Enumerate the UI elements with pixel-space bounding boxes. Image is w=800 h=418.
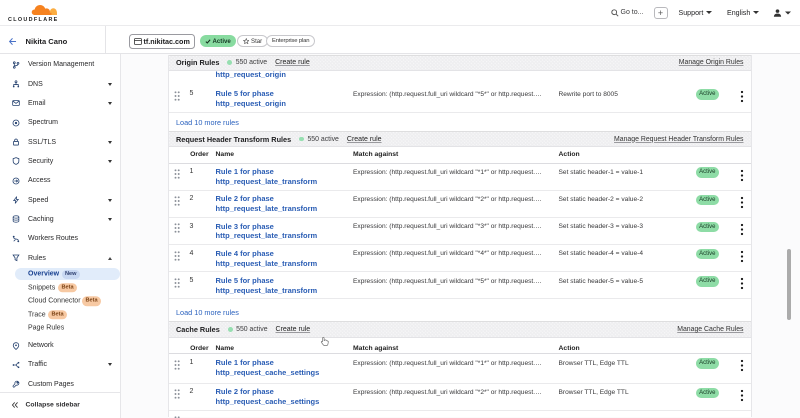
svg-text:CLOUDFLARE: CLOUDFLARE [8,17,59,22]
